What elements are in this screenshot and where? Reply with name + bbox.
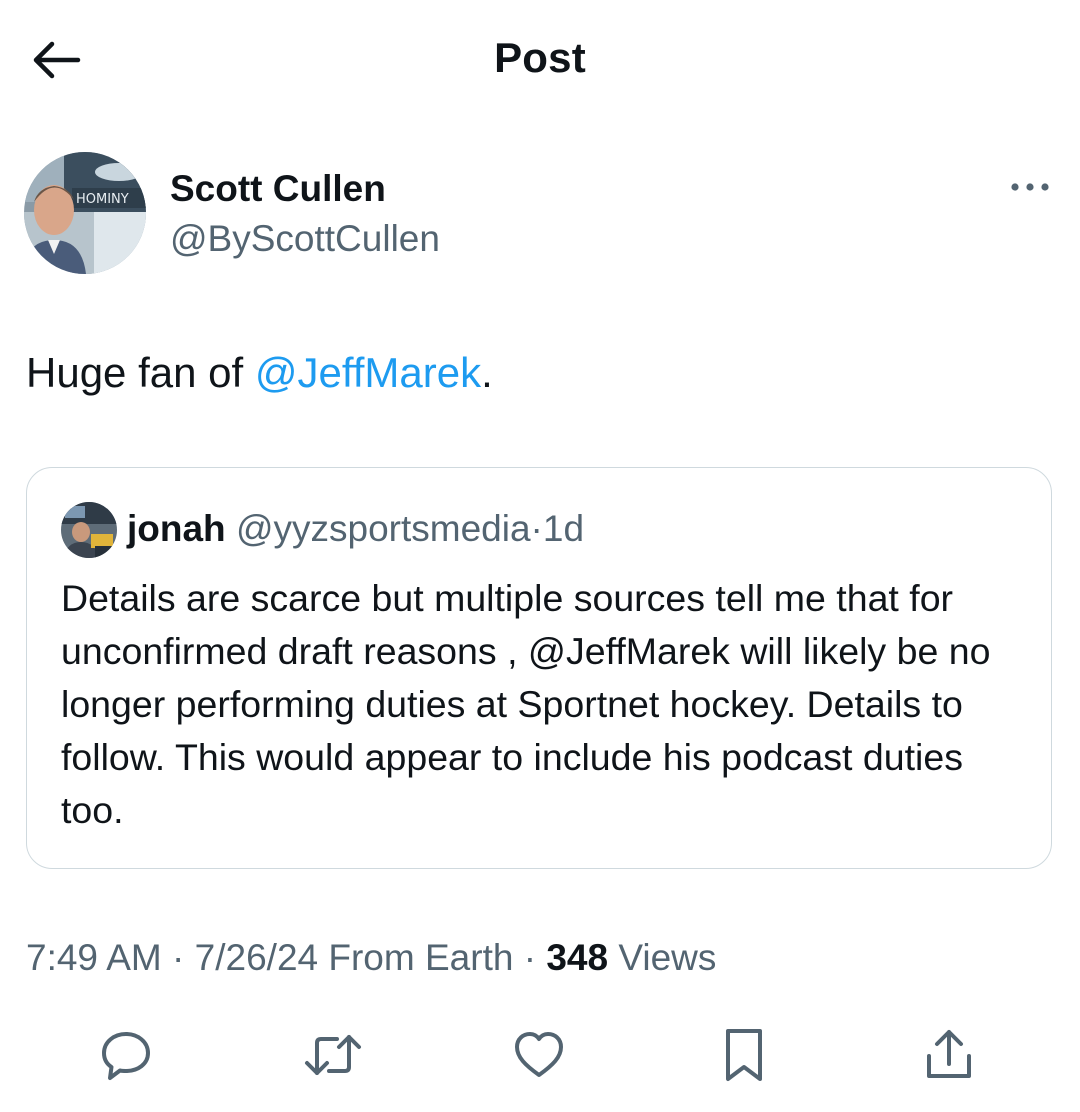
- like-button[interactable]: [504, 1020, 574, 1090]
- heart-icon: [511, 1027, 567, 1083]
- post-time[interactable]: 7:49 AM: [26, 937, 162, 978]
- avatar-sign-text: HOMINY: [76, 192, 129, 207]
- quote-author-avatar[interactable]: [61, 502, 117, 558]
- quote-timestamp[interactable]: 1d: [543, 508, 584, 549]
- post-metadata: 7:49 AM · 7/26/24 From Earth · 348 Views: [26, 937, 716, 979]
- repost-button[interactable]: [298, 1020, 368, 1090]
- more-options-button[interactable]: [1004, 172, 1056, 202]
- reply-button[interactable]: [91, 1020, 161, 1090]
- author-name[interactable]: Scott Cullen: [170, 168, 386, 210]
- share-button[interactable]: [914, 1020, 984, 1090]
- post-date[interactable]: 7/26/24: [195, 937, 318, 978]
- repost-icon: [303, 1027, 363, 1083]
- action-bar: [0, 1020, 1080, 1090]
- author-avatar[interactable]: HOMINY: [24, 152, 146, 274]
- post-author: HOMINY Scott Cullen @ByScottCullen: [24, 150, 1056, 280]
- post-source: From Earth: [318, 937, 514, 978]
- top-bar: Post: [0, 0, 1080, 120]
- more-horizontal-icon: [1010, 182, 1050, 192]
- post-text-start: Huge fan of: [26, 349, 255, 396]
- views-label[interactable]: Views: [608, 937, 716, 978]
- quote-header: jonah @yyzsportsmedia·1d: [127, 508, 584, 550]
- quote-separator: ·: [530, 508, 543, 549]
- mention-link[interactable]: @JeffMarek: [255, 349, 481, 396]
- share-icon: [921, 1026, 977, 1084]
- quote-text: Details are scarce but multiple sources …: [61, 577, 991, 831]
- reply-icon: [98, 1027, 154, 1083]
- page-title: Post: [494, 34, 586, 81]
- quote-author-handle[interactable]: @yyzsportsmedia: [236, 508, 531, 549]
- quoted-post[interactable]: jonah @yyzsportsmedia·1d Details are sca…: [26, 467, 1052, 869]
- post-text-end: .: [481, 349, 493, 396]
- bookmark-icon: [720, 1025, 768, 1085]
- meta-separator: ·: [513, 937, 547, 978]
- meta-separator: ·: [161, 937, 195, 978]
- quote-author-name[interactable]: jonah: [127, 508, 226, 549]
- views-count[interactable]: 348: [546, 937, 608, 978]
- author-handle[interactable]: @ByScottCullen: [170, 218, 440, 260]
- post-text: Huge fan of @JeffMarek.: [26, 345, 493, 401]
- bookmark-button[interactable]: [709, 1020, 779, 1090]
